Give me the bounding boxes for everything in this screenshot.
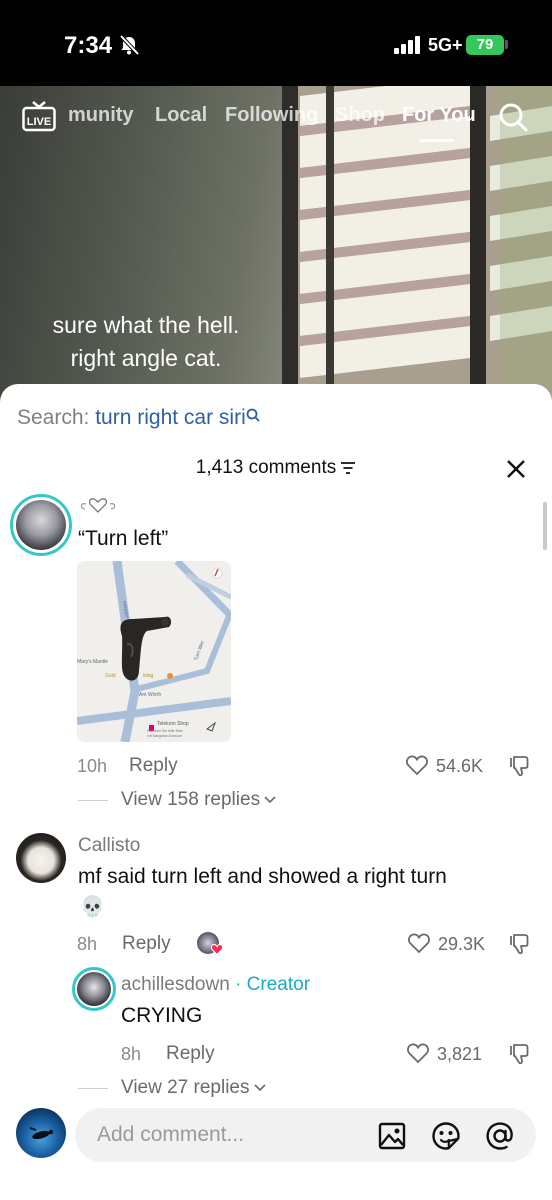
comment-text: “Turn left” xyxy=(78,527,169,550)
view-replies-label: View 27 replies xyxy=(121,1077,250,1098)
avatar[interactable] xyxy=(77,972,111,1006)
view-replies-label: View 158 replies xyxy=(121,789,261,810)
view-replies-button[interactable]: View 27 replies xyxy=(121,1077,266,1099)
reply-button[interactable]: Reply xyxy=(122,933,171,955)
heart-icon[interactable] xyxy=(405,754,429,776)
battery-tip xyxy=(505,40,508,49)
video-caption-line-2: right angle cat. xyxy=(70,345,222,371)
bell-slash-icon xyxy=(119,34,140,56)
like-count: 54.6K xyxy=(436,756,484,776)
sticker-icon[interactable] xyxy=(431,1121,461,1151)
like-count: 29.3K xyxy=(438,934,486,954)
search-suggestion[interactable]: Search: turn right car siri xyxy=(17,406,260,430)
tab-following[interactable]: Following xyxy=(225,104,318,127)
view-replies-button[interactable]: View 158 replies xyxy=(121,789,276,811)
close-icon[interactable] xyxy=(506,459,526,479)
search-icon xyxy=(246,408,260,422)
heart-icon[interactable] xyxy=(407,932,431,954)
heart-icon[interactable] xyxy=(406,1042,430,1064)
mention-icon[interactable] xyxy=(485,1121,515,1151)
replies-divider xyxy=(78,1088,108,1089)
tab-for-you[interactable]: For You xyxy=(402,104,476,127)
svg-text:Mary's Mantle: Mary's Mantle xyxy=(77,659,108,665)
svg-text:ising: ising xyxy=(143,673,154,679)
comment-time: 8h xyxy=(77,934,98,954)
reply-username-label: achillesdown xyxy=(121,974,230,995)
my-avatar[interactable] xyxy=(16,1108,66,1158)
heart-icon xyxy=(211,944,223,955)
comment-input-container[interactable] xyxy=(75,1108,536,1162)
image-icon[interactable] xyxy=(377,1121,407,1151)
search-icon[interactable] xyxy=(497,101,529,133)
reply-username[interactable]: achillesdown · Creator xyxy=(121,974,310,996)
like-count: 3,821 xyxy=(437,1044,483,1064)
tab-community[interactable]: munity xyxy=(68,104,134,127)
svg-text:mit Margarita Zuhause: mit Margarita Zuhause xyxy=(147,734,182,738)
map-image[interactable]: Mary's Mantle Gold ising Turn Wet Am Wör… xyxy=(77,561,231,742)
status-time: 7:34 xyxy=(64,32,113,59)
reply-button[interactable]: Reply xyxy=(129,755,178,777)
svg-text:Gold: Gold xyxy=(105,673,116,679)
creator-tag: · Creator xyxy=(235,974,311,995)
search-label: Search: xyxy=(17,406,90,429)
live-icon[interactable]: LIVE xyxy=(22,100,56,134)
battery-level: 79 xyxy=(466,35,504,55)
status-bar: 7:34 5G+ 79 xyxy=(0,0,552,86)
scrollbar[interactable] xyxy=(543,502,547,550)
signal-icon xyxy=(394,36,420,54)
tab-local[interactable]: Local xyxy=(155,104,207,127)
diver-graphic xyxy=(29,1127,54,1140)
avatar[interactable] xyxy=(16,500,66,550)
replies-divider xyxy=(78,800,108,801)
search-query-link[interactable]: turn right car siri xyxy=(95,406,246,429)
svg-text:Kommen Sie bitte Netz: Kommen Sie bitte Netz xyxy=(147,729,183,733)
dislike-icon[interactable] xyxy=(508,755,530,777)
comment-input[interactable] xyxy=(97,1108,367,1162)
comment-text: mf said turn left and showed a right tur… xyxy=(78,865,447,888)
comment-username[interactable]: Callisto xyxy=(78,835,140,857)
map-graphic: Mary's Mantle Gold ising Turn Wet Am Wör… xyxy=(77,561,231,742)
chevron-down-icon xyxy=(264,796,276,804)
skull-emoji: 💀 xyxy=(80,896,105,918)
sort-filter-icon[interactable] xyxy=(340,461,356,475)
dislike-icon[interactable] xyxy=(508,1043,530,1065)
reply-button[interactable]: Reply xyxy=(166,1043,215,1065)
comments-sheet: Search: turn right car siri 1,413 commen… xyxy=(0,384,552,1200)
dislike-icon[interactable] xyxy=(508,933,530,955)
comment-time: 10h xyxy=(77,756,108,776)
reply-time: 8h xyxy=(121,1044,142,1064)
svg-text:LIVE: LIVE xyxy=(27,116,51,128)
comments-count: 1,413 comments xyxy=(195,457,337,478)
angel-heart-icon xyxy=(80,498,116,513)
comment-input-bar xyxy=(0,1098,552,1200)
tab-shop[interactable]: Shop xyxy=(335,104,385,127)
network-type: 5G+ xyxy=(428,35,463,55)
active-tab-indicator xyxy=(420,139,454,142)
chevron-down-icon xyxy=(253,1084,266,1092)
avatar[interactable] xyxy=(16,833,66,883)
reply-text: CRYING xyxy=(121,1004,203,1027)
comments-count-header[interactable]: 1,413 comments xyxy=(0,457,552,479)
svg-text:Telekom Shop: Telekom Shop xyxy=(157,721,189,727)
svg-text:Am Wörth: Am Wörth xyxy=(139,692,161,698)
video-caption-line-1: sure what the hell. xyxy=(52,312,240,338)
